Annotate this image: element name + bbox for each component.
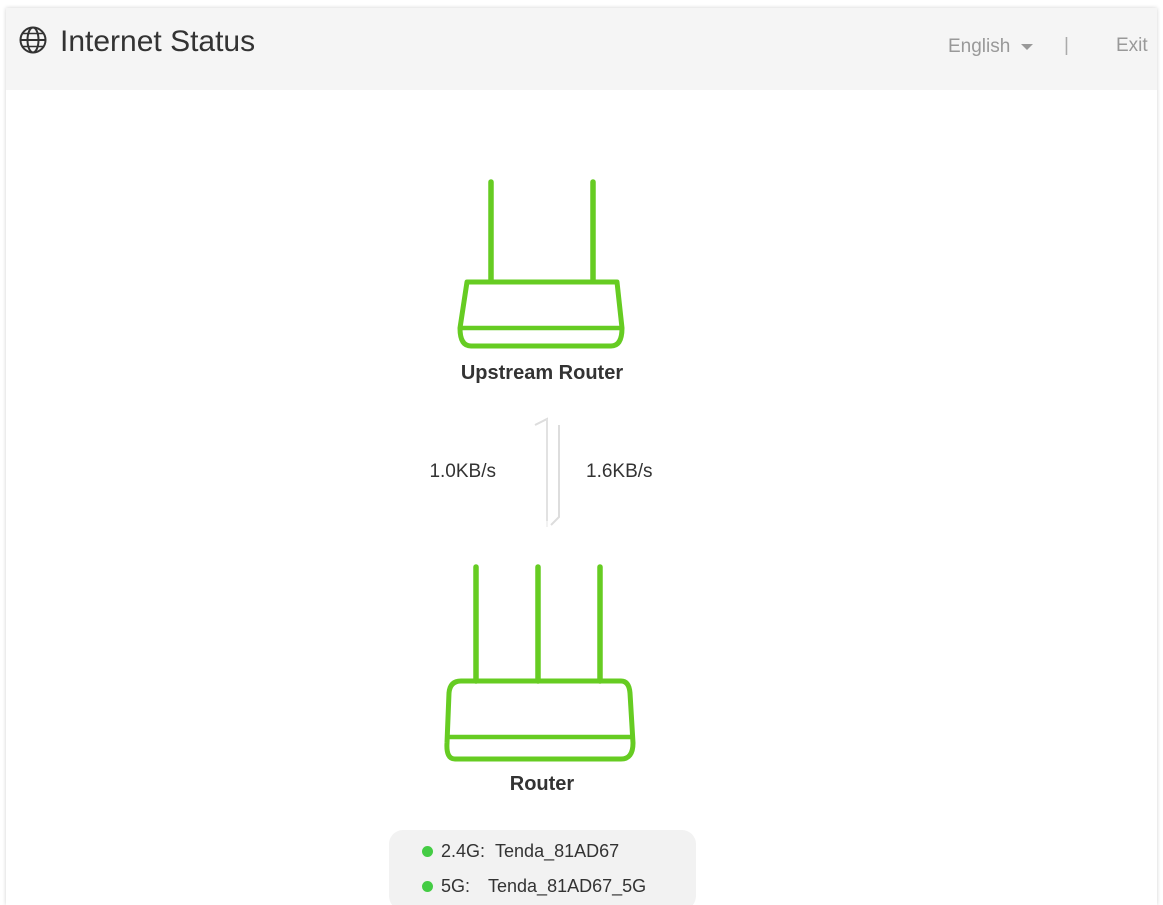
- upstream-router-label: Upstream Router: [460, 362, 624, 384]
- exit-link[interactable]: Exit: [1116, 35, 1148, 57]
- upstream-router-icon: [457, 179, 625, 349]
- caret-down-icon: [1021, 44, 1034, 50]
- band-label: 5G:: [441, 875, 471, 896]
- band-label: 2.4G:: [441, 840, 486, 861]
- download-rate: 1.6KB/s: [586, 461, 653, 482]
- ssid-label: Tenda_81AD67: [495, 840, 620, 861]
- ssid-label: Tenda_81AD67_5G: [488, 875, 647, 896]
- router-label: Router: [509, 773, 575, 795]
- transfer-arrows-icon: [534, 417, 560, 527]
- header-separator: |: [1064, 35, 1069, 56]
- status-dot-icon: [422, 845, 433, 857]
- status-dot-icon: [422, 880, 433, 892]
- router-icon: [444, 564, 636, 762]
- app-frame: Internet Status English | Exit Upstream …: [6, 8, 1157, 905]
- page-title: Internet Status: [60, 25, 256, 58]
- wifi-info-card: 2.4G: Tenda_81AD67 5G: Tenda_81AD67_5G: [389, 830, 696, 905]
- wifi-row-5g: 5G: Tenda_81AD67_5G: [422, 874, 646, 898]
- language-label: English: [948, 36, 1011, 57]
- header-bar: Internet Status English | Exit: [6, 8, 1157, 90]
- upload-rate: 1.0KB/s: [429, 461, 496, 482]
- language-selector[interactable]: English: [948, 35, 1034, 59]
- globe-icon: [19, 26, 47, 54]
- wifi-row-2g: 2.4G: Tenda_81AD67: [422, 839, 619, 863]
